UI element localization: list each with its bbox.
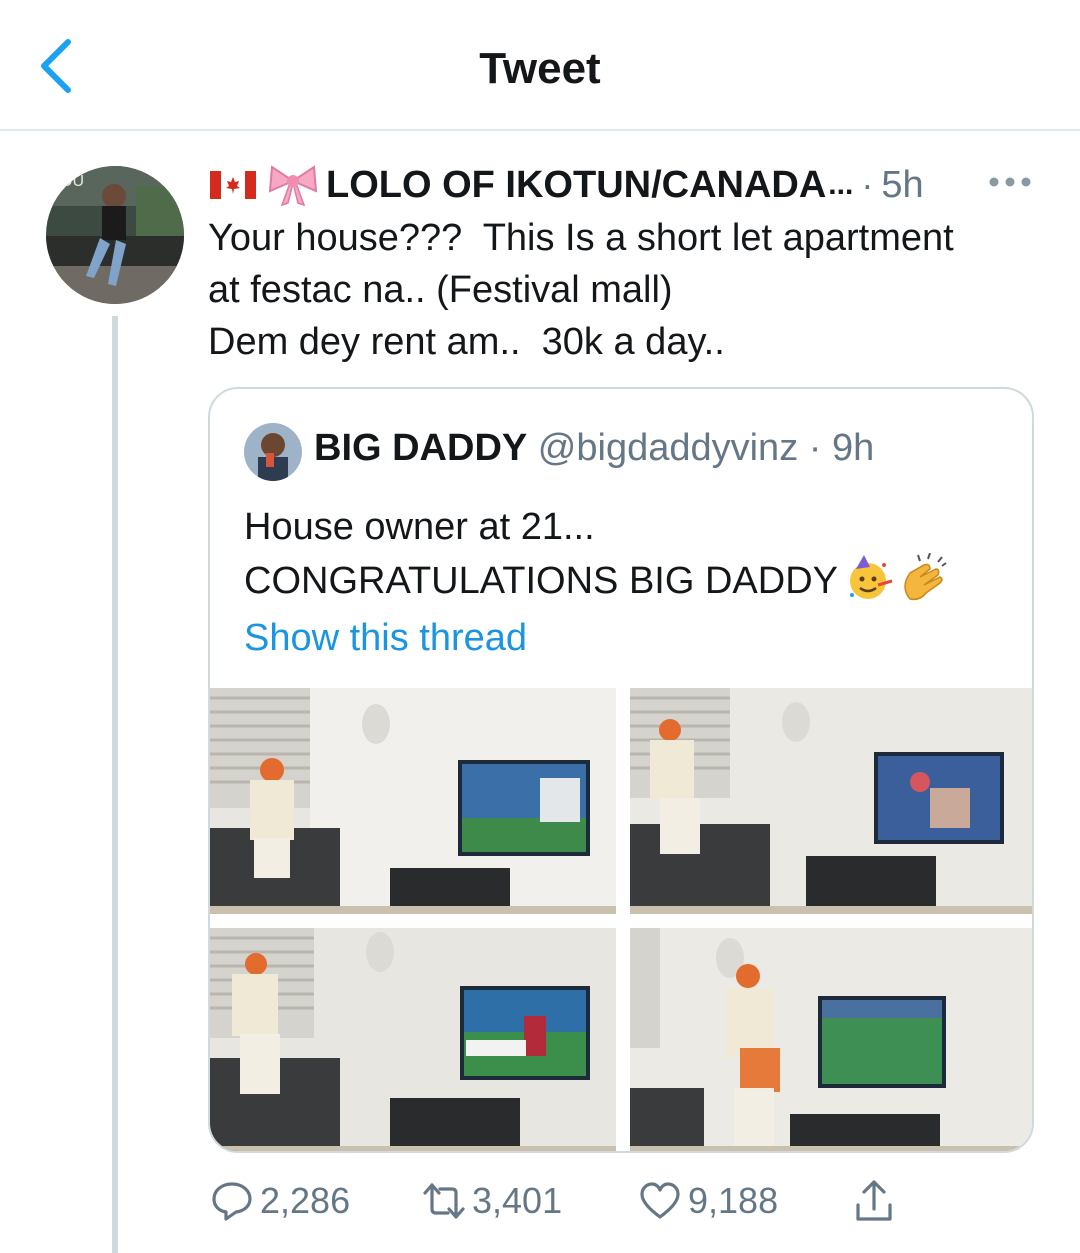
quoted-text-congrats: CONGRATULATIONS BIG DADDY [244,560,838,602]
show-thread-link[interactable]: Show this thread [244,617,527,660]
photo-grid [210,688,1032,1151]
quoted-author-avatar[interactable] [244,423,302,481]
separator-dot: · [808,427,822,469]
heart-icon [640,1182,680,1219]
quoted-text-line: House owner at 21... [244,506,595,548]
quoted-meta: BIG DADDY @bigdaddyvinz · 9h [314,427,874,470]
like-count: 9,188 [688,1180,779,1221]
reply-button[interactable]: 2,286 [210,1176,350,1226]
photo-4[interactable] [630,928,1032,1151]
tweet-text: Your house??? This Is a short let apartm… [208,212,1048,368]
clapping-hands-icon [904,553,947,601]
like-button[interactable]: 9,188 [638,1176,778,1226]
partying-face-icon [850,555,893,599]
name-truncation: ... [828,168,854,201]
thread-line [112,316,118,1253]
retweet-button[interactable]: 3,401 [422,1176,562,1226]
tweet-actions: 2,286 3,401 9,188 [210,1176,910,1226]
tweet-time[interactable]: 5h [881,164,923,207]
reply-icon [212,1182,252,1221]
tweet-text-line: Your house??? This Is a short let apartm… [208,217,954,259]
author-avatar[interactable]: OU [46,166,184,304]
ribbon-icon [268,165,318,207]
more-icon[interactable] [988,172,1032,192]
quoted-author-handle[interactable]: @bigdaddyvinz [538,427,798,469]
quoted-time: 9h [831,427,875,469]
separator-dot: · [861,164,874,205]
quoted-author-name[interactable]: BIG DADDY [314,427,527,469]
quoted-text: House owner at 21... CONGRATULATIONS BIG… [244,501,952,607]
tweet-text-line: at festac na.. (Festival mall) [208,269,673,311]
tweet-meta: LOLO OF IKOTUN/CANADA ... · 5h [210,160,924,210]
page-title: Tweet [479,44,601,93]
canada-flag-icon [210,171,256,199]
reply-count: 2,286 [260,1180,351,1221]
quoted-text-line: CONGRATULATIONS BIG DADDY [244,553,952,607]
top-bar: Tweet [0,0,1080,131]
share-icon [856,1180,892,1221]
photo-2[interactable] [630,688,1032,914]
share-button[interactable] [852,1176,902,1226]
author-name[interactable]: LOLO OF IKOTUN/CANADA [326,164,826,207]
retweet-icon [423,1183,465,1219]
svg-text:OU: OU [60,173,84,190]
photo-3[interactable] [210,928,616,1151]
photo-1[interactable] [210,688,616,914]
quoted-tweet[interactable]: BIG DADDY @bigdaddyvinz · 9h House owner… [208,387,1034,1153]
retweet-count: 3,401 [472,1180,563,1221]
tweet-text-line: Dem dey rent am.. 30k a day.. [208,321,725,363]
